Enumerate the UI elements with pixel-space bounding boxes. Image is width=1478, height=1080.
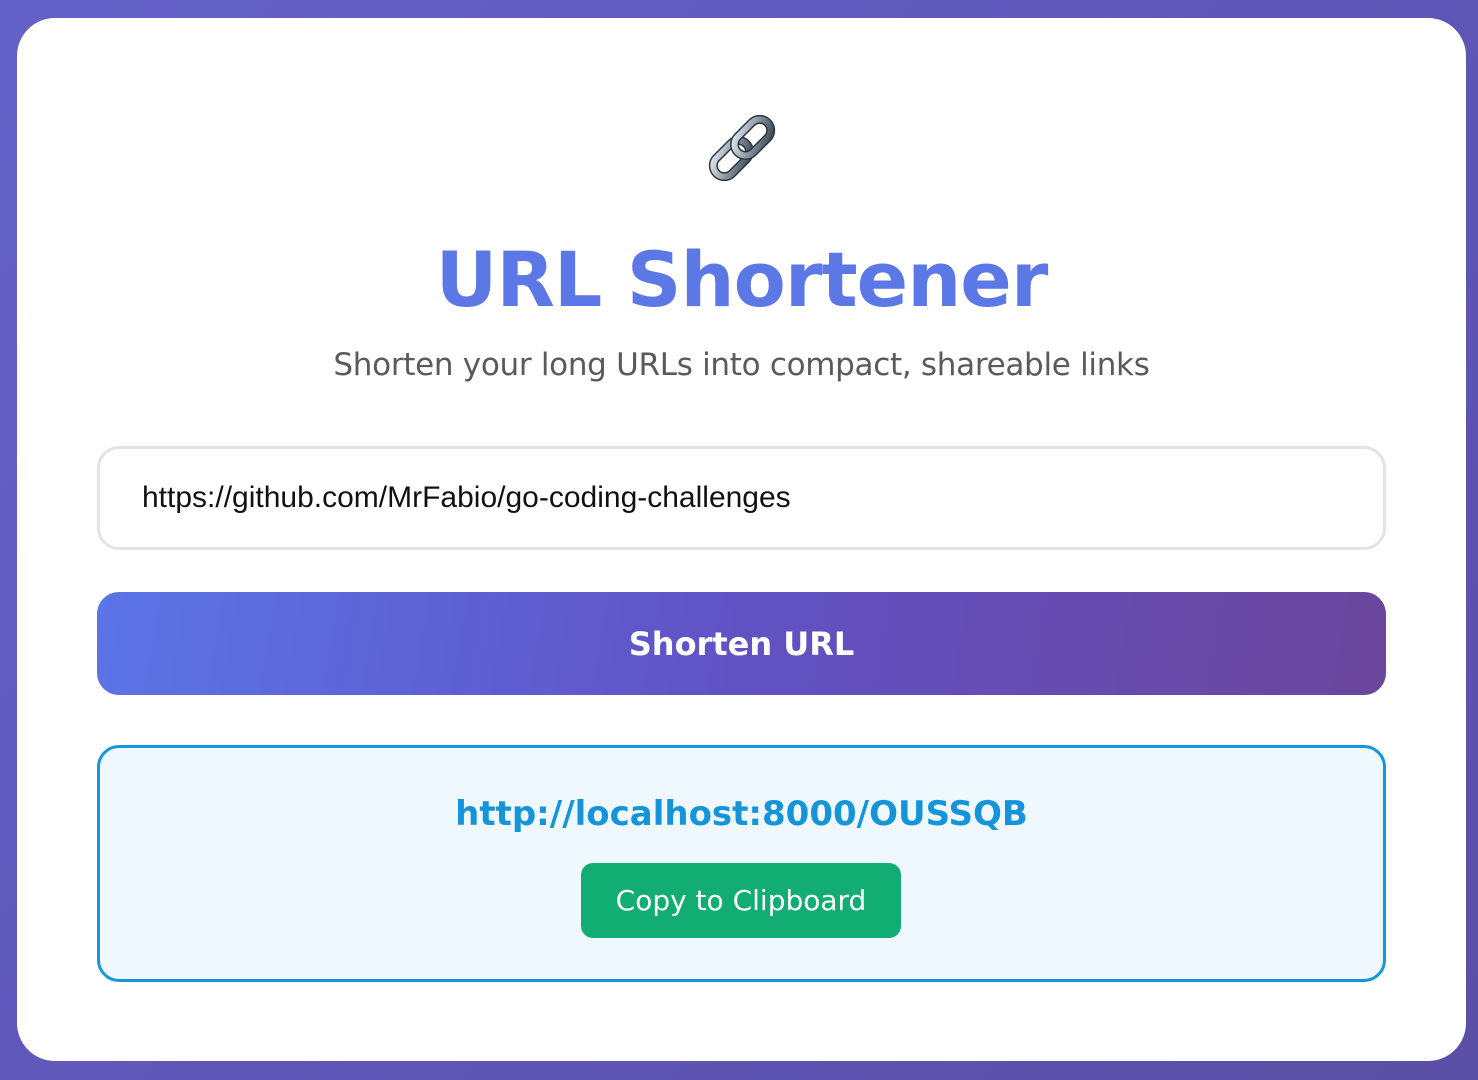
shorten-url-button[interactable]: Shorten URL <box>97 592 1386 695</box>
short-url-link[interactable]: http://localhost:8000/OUSSQB <box>100 790 1383 838</box>
link-chain-icon <box>17 106 1466 190</box>
url-input[interactable] <box>97 446 1386 550</box>
copy-to-clipboard-button[interactable]: Copy to Clipboard <box>581 863 901 938</box>
page-subtitle: Shorten your long URLs into compact, sha… <box>333 347 1150 383</box>
result-panel: http://localhost:8000/OUSSQB Copy to Cli… <box>97 745 1386 982</box>
shortener-card: URL Shortener Shorten your long URLs int… <box>17 18 1466 1061</box>
page-title: URL Shortener <box>435 235 1049 324</box>
